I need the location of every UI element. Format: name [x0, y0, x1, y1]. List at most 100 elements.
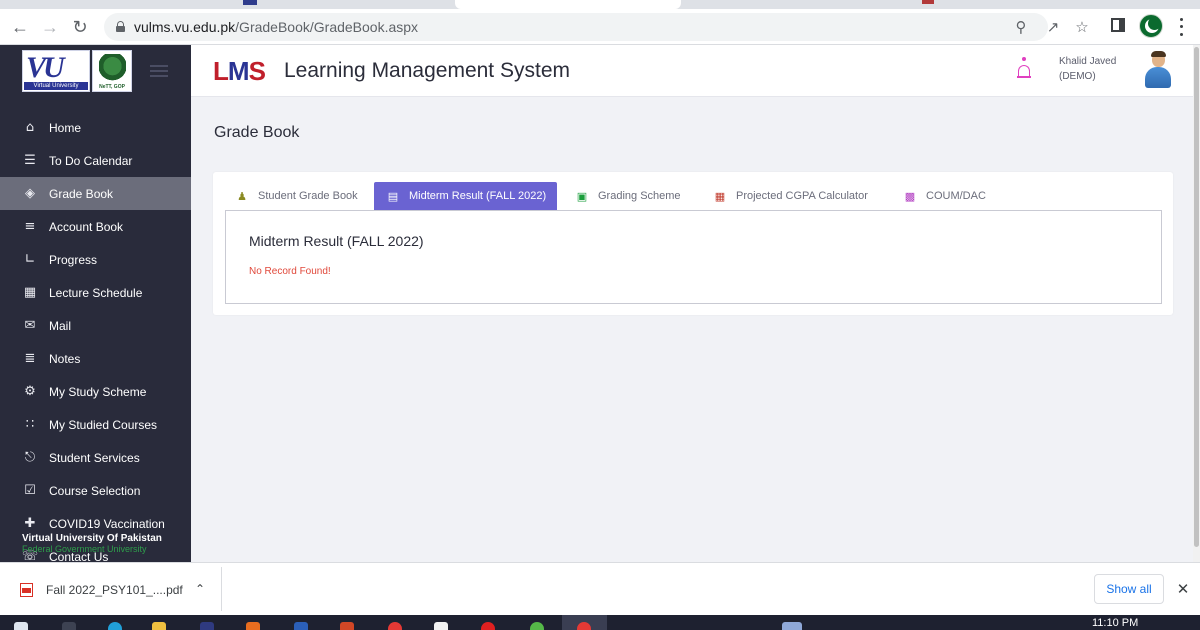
page-title: Grade Book — [214, 124, 300, 141]
share-icon[interactable]: ↗ — [1042, 16, 1064, 38]
lms-logo[interactable]: LMS — [213, 57, 266, 85]
browser-active-tab[interactable] — [455, 0, 934, 9]
side-panel-icon[interactable] — [1111, 18, 1125, 32]
footer-university-name: Virtual University Of Pakistan — [22, 533, 162, 544]
government-crest-logo: NeTT, GOP — [92, 50, 132, 92]
download-file-name[interactable]: Fall 2022_PSY101_....pdf — [46, 583, 183, 597]
sidebar-item-notes[interactable]: ≣ Notes — [0, 342, 191, 375]
sidebar-item-label: Home — [49, 120, 82, 135]
tab-label: COUM/DAC — [926, 190, 986, 202]
sidebar-item-label: Grade Book — [49, 186, 114, 201]
student-icon: ♟ — [237, 189, 247, 203]
vu-logo-subtitle: Virtual University — [24, 82, 88, 90]
notification-bell-icon[interactable] — [1017, 57, 1031, 81]
taskbar: 11:10 PM — [0, 615, 1200, 630]
page-scrollbar[interactable] — [1193, 45, 1200, 562]
show-all-button[interactable]: Show all — [1094, 574, 1164, 604]
gov-logo-subtitle: NeTT, GOP — [99, 84, 125, 90]
start-icon[interactable] — [14, 622, 28, 630]
home-icon: ⌂ — [25, 120, 35, 135]
grid-icon: ∷ — [25, 417, 35, 432]
calendar-icon: ▦ — [23, 285, 37, 300]
sidebar-item-progress[interactable]: ∟ Progress — [0, 243, 191, 276]
url-text[interactable]: vulms.vu.edu.pk/GradeBook/GradeBook.aspx — [134, 19, 418, 35]
file-explorer-icon[interactable] — [152, 622, 166, 630]
sidebar-item-label: Progress — [49, 252, 98, 267]
taskbar-app-icon[interactable] — [530, 622, 544, 630]
checklist-icon: ≣ — [24, 351, 36, 366]
divider — [221, 567, 222, 611]
word-icon[interactable] — [294, 622, 308, 630]
tab-coum-dac[interactable]: ▩ COUM/DAC — [903, 182, 986, 210]
bookmark-star-icon[interactable]: ☆ — [1071, 16, 1093, 38]
calendar-check-icon: ☑ — [24, 483, 36, 498]
grade-book-card: ♟ Student Grade Book ▤ Midterm Result (F… — [213, 172, 1173, 315]
scrollbar-thumb[interactable] — [1194, 47, 1199, 547]
lock-icon[interactable] — [116, 21, 125, 32]
sidebar: VU Virtual University NeTT, GOP ⌂ Home ☰… — [0, 45, 191, 562]
sidebar-item-account-book[interactable]: ≡ Account Book — [0, 210, 191, 243]
avatar[interactable] — [1144, 51, 1172, 90]
user-name: Khalid Javed — [1059, 56, 1117, 67]
user-info[interactable]: Khalid Javed (DEMO) — [1059, 54, 1116, 84]
browser-toolbar: ← → ↻ vulms.vu.edu.pk/GradeBook/GradeBoo… — [0, 9, 1200, 45]
empty-state-message: No Record Found! — [249, 266, 331, 277]
bag-icon: ⎋ — [24, 450, 36, 465]
forward-icon[interactable]: → — [37, 14, 63, 40]
reload-icon[interactable]: ↻ — [67, 14, 93, 40]
sidebar-item-lecture-schedule[interactable]: ▦ Lecture Schedule — [0, 276, 191, 309]
sidebar-menu: ⌂ Home ☰ To Do Calendar ◈ Grade Book ≡ A… — [0, 111, 191, 562]
sidebar-item-my-studied-courses[interactable]: ∷ My Studied Courses — [0, 408, 191, 441]
url-host: vulms.vu.edu.pk — [134, 19, 236, 35]
sidebar-item-mail[interactable]: ✉ Mail — [0, 309, 191, 342]
sidebar-item-student-services[interactable]: ⎋ Student Services — [0, 441, 191, 474]
tab-label: Projected CGPA Calculator — [736, 190, 868, 202]
sidebar-item-label: My Studied Courses — [49, 417, 158, 432]
chrome-icon[interactable] — [577, 622, 591, 630]
close-icon[interactable]: ✕ — [1173, 579, 1193, 599]
taskbar-app-icon[interactable] — [388, 622, 402, 630]
sidebar-item-label: My Study Scheme — [49, 384, 147, 399]
menu-toggle-icon[interactable] — [150, 65, 168, 77]
zoom-icon[interactable]: ⚲ — [1010, 16, 1032, 38]
vu-logo[interactable]: VU Virtual University — [22, 50, 90, 92]
url-path: /GradeBook/GradeBook.aspx — [235, 19, 419, 35]
edge-icon[interactable] — [108, 622, 122, 630]
sidebar-item-home[interactable]: ⌂ Home — [0, 111, 191, 144]
download-bar: Fall 2022_PSY101_....pdf ⌃ Show all ✕ — [0, 562, 1200, 615]
sidebar-logo-area: VU Virtual University NeTT, GOP — [0, 45, 191, 97]
tab-student-grade-book[interactable]: ♟ Student Grade Book — [235, 182, 358, 210]
taskbar-app-icon[interactable] — [434, 622, 448, 630]
taskbar-app-icon[interactable] — [200, 622, 214, 630]
calculator-icon: ▦ — [714, 189, 726, 203]
taskbar-app-icon[interactable] — [62, 622, 76, 630]
sidebar-item-grade-book[interactable]: ◈ Grade Book — [0, 177, 191, 210]
profile-avatar-icon[interactable] — [1139, 14, 1163, 38]
panel-title: Midterm Result (FALL 2022) — [249, 233, 424, 249]
tray-icon[interactable] — [782, 622, 802, 630]
sidebar-item-my-study-scheme[interactable]: ⚙ My Study Scheme — [0, 375, 191, 408]
sidebar-item-course-selection[interactable]: ☑ Course Selection — [0, 474, 191, 507]
tab-projected-cgpa-calculator[interactable]: ▦ Projected CGPA Calculator — [713, 182, 868, 210]
sidebar-item-label: Notes — [49, 351, 81, 366]
gear-icon: ⚙ — [24, 384, 36, 399]
browser-menu-icon[interactable] — [1173, 16, 1189, 38]
chevron-up-icon[interactable]: ⌃ — [191, 579, 209, 599]
address-bar[interactable]: vulms.vu.edu.pk/GradeBook/GradeBook.aspx… — [104, 13, 1048, 41]
sidebar-footer-brand: Virtual University Of Pakistan Federal G… — [22, 533, 191, 555]
tab-grading-scheme[interactable]: ▣ Grading Scheme — [575, 182, 681, 210]
tab-label: Midterm Result (FALL 2022) — [409, 190, 547, 202]
tab-label: Grading Scheme — [598, 190, 681, 202]
back-icon[interactable]: ← — [7, 14, 33, 40]
taskbar-clock[interactable]: 11:10 PM — [1092, 617, 1138, 629]
user-role: (DEMO) — [1059, 71, 1096, 82]
grading-icon: ▣ — [576, 189, 588, 203]
powerpoint-icon[interactable] — [340, 622, 354, 630]
vu-logo-text: VU — [26, 51, 65, 84]
tab-midterm-result[interactable]: ▤ Midterm Result (FALL 2022) — [374, 182, 558, 210]
sidebar-item-todo-calendar[interactable]: ☰ To Do Calendar — [0, 144, 191, 177]
taskbar-app-icon[interactable] — [246, 622, 260, 630]
tab-label: Student Grade Book — [258, 190, 358, 202]
opera-icon[interactable] — [481, 622, 495, 630]
footer-university-type: Federal Government University — [22, 544, 147, 554]
